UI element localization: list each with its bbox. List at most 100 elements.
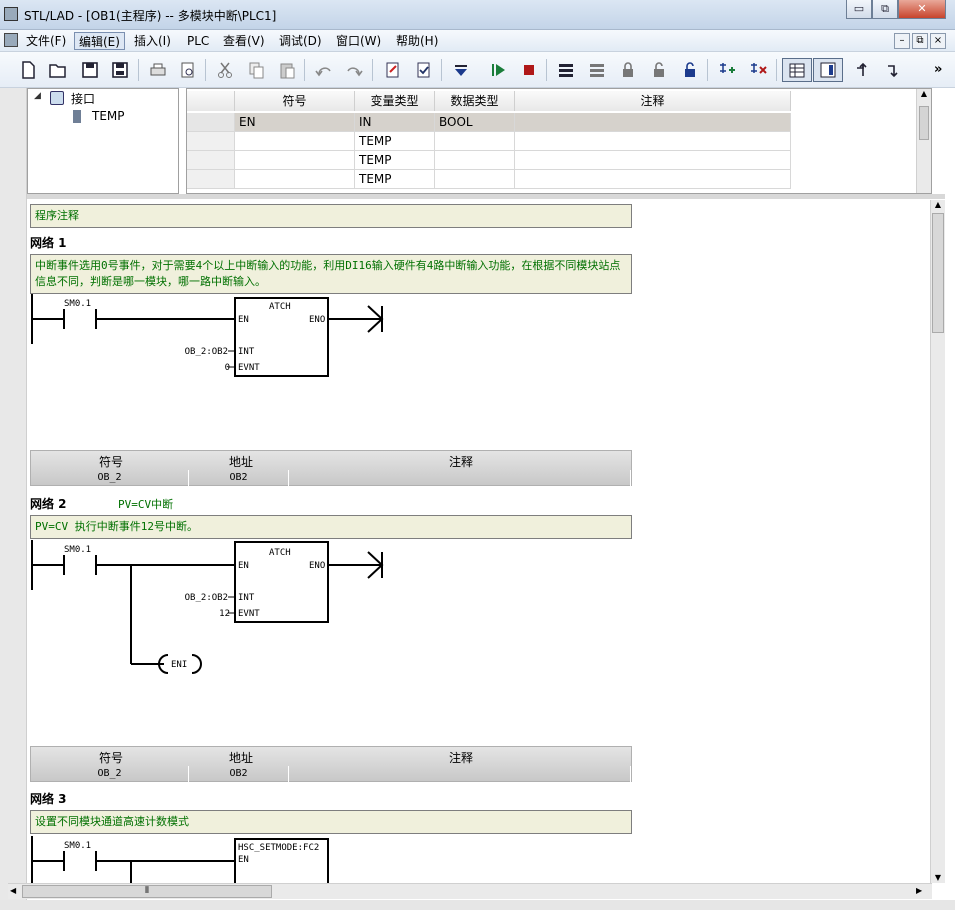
cell-comment[interactable]	[515, 132, 791, 151]
print-icon[interactable]	[145, 58, 171, 82]
network-3-comment[interactable]: 设置不同模块通道高速计数模式	[30, 810, 632, 834]
network-1-ladder[interactable]: SM0.1 ATCH EN ENO INT EVNT OB_2:OB2 0	[28, 294, 428, 384]
col-comment[interactable]: 注释	[515, 91, 791, 111]
compile-all-icon[interactable]	[411, 58, 437, 82]
table-vscrollbar[interactable]: ▲	[916, 89, 931, 193]
unlock-all-icon[interactable]	[677, 58, 703, 82]
step-down-icon[interactable]	[881, 58, 907, 82]
tree-item-temp[interactable]: TEMP	[92, 109, 125, 123]
step-up-icon[interactable]	[850, 58, 876, 82]
save-all-icon[interactable]	[107, 58, 133, 82]
cell-var-type[interactable]: TEMP	[355, 132, 435, 151]
new-icon[interactable]	[15, 58, 41, 82]
evnt-operand[interactable]: 0	[225, 363, 230, 373]
menu-plc[interactable]: PLC	[183, 32, 213, 50]
network-1-comment[interactable]: 中断事件选用0号事件，对于需要4个以上中断输入的功能，利用DI16输入硬件有4路…	[30, 254, 632, 294]
tree-item-interface[interactable]: 接口	[71, 90, 95, 107]
network-2-label[interactable]: 网络 2	[30, 495, 67, 512]
contact-sm01[interactable]: SM0.1	[64, 841, 91, 851]
cell-symbol[interactable]: EN	[235, 113, 355, 132]
row-header[interactable]	[187, 132, 235, 151]
eni-coil[interactable]: ENI	[171, 660, 187, 670]
cell-var-type[interactable]: TEMP	[355, 151, 435, 170]
col-data-type[interactable]: 数据类型	[435, 91, 515, 111]
cell-data-type[interactable]: BOOL	[435, 113, 515, 132]
contact-sm01[interactable]: SM0.1	[64, 299, 91, 309]
menu-view[interactable]: 查看(V)	[219, 32, 269, 50]
undo-icon[interactable]	[311, 58, 337, 82]
col-var-type[interactable]: 变量类型	[355, 91, 435, 111]
status-view-icon[interactable]	[813, 58, 843, 82]
tree-expander-icon[interactable]: ◢	[34, 91, 41, 101]
toolbar-overflow-button[interactable]: »	[934, 62, 942, 77]
mdi-close-button[interactable]: ×	[930, 33, 946, 49]
compare-icon[interactable]	[584, 58, 610, 82]
network-2-title[interactable]: PV=CV中断	[118, 496, 173, 512]
delete-network-icon[interactable]	[745, 58, 771, 82]
editor-vscrollbar[interactable]: ▲ ▼	[930, 200, 945, 883]
cell-symbol[interactable]	[235, 151, 355, 170]
cell-data-type[interactable]	[435, 170, 515, 189]
ladder-view-icon[interactable]	[782, 58, 812, 82]
network-3-ladder[interactable]: SM0.1 HSC_SETMODE:FC2 EN	[28, 836, 428, 883]
download-icon[interactable]	[448, 58, 474, 82]
run-icon[interactable]	[485, 58, 511, 82]
scroll-left-arrow[interactable]: ◀	[10, 886, 16, 895]
hscroll-thumb[interactable]: ⦀	[22, 885, 272, 898]
contact-sm01[interactable]: SM0.1	[64, 545, 91, 555]
save-icon[interactable]	[77, 58, 103, 82]
cell-comment[interactable]	[515, 170, 791, 189]
cut-icon[interactable]	[212, 58, 238, 82]
lock-icon[interactable]	[615, 58, 641, 82]
paste-icon[interactable]	[274, 58, 300, 82]
maximize-button[interactable]: ⧉	[872, 0, 898, 19]
scroll-right-arrow[interactable]: ▶	[916, 886, 922, 895]
scroll-thumb[interactable]	[932, 213, 944, 333]
mdi-minimize-button[interactable]: –	[894, 33, 910, 49]
col-symbol[interactable]: 符号	[235, 91, 355, 111]
redo-icon[interactable]	[341, 58, 367, 82]
editor-hscrollbar[interactable]: ◀ ⦀ ▶	[8, 883, 932, 899]
scroll-up-arrow[interactable]: ▲	[931, 200, 945, 209]
cell-var-type[interactable]: TEMP	[355, 170, 435, 189]
evnt-operand[interactable]: 12	[219, 609, 230, 619]
mdi-restore-button[interactable]: ⧉	[912, 33, 928, 49]
row-header[interactable]	[187, 113, 235, 132]
row-header[interactable]	[187, 151, 235, 170]
splitter[interactable]	[27, 194, 945, 199]
row-header[interactable]	[187, 170, 235, 189]
network-2-comment[interactable]: PV=CV 执行中断事件12号中断。	[30, 515, 632, 539]
doc-icon[interactable]	[4, 33, 18, 47]
menu-edit[interactable]: 编辑(E)	[74, 32, 125, 50]
network-3-label[interactable]: 网络 3	[30, 790, 67, 807]
unlock-icon[interactable]	[646, 58, 672, 82]
scroll-thumb[interactable]	[919, 106, 929, 140]
close-button[interactable]: ✕	[898, 0, 946, 19]
int-operand[interactable]: OB_2:OB2	[185, 347, 228, 357]
insert-network-icon[interactable]	[714, 58, 740, 82]
open-icon[interactable]	[45, 58, 71, 82]
copy-icon[interactable]	[243, 58, 269, 82]
minimize-button[interactable]: ▭	[846, 0, 872, 19]
upload-icon[interactable]	[553, 58, 579, 82]
network-2-ladder[interactable]: SM0.1 ATCH EN ENO INT EVNT OB_2:OB2 12 E…	[28, 540, 428, 680]
cell-data-type[interactable]	[435, 132, 515, 151]
cell-var-type[interactable]: IN	[355, 113, 435, 132]
compile-icon[interactable]	[380, 58, 406, 82]
menu-window[interactable]: 窗口(W)	[332, 32, 385, 50]
network-1-label[interactable]: 网络 1	[30, 234, 67, 251]
menu-help[interactable]: 帮助(H)	[392, 32, 442, 50]
cell-comment[interactable]	[515, 151, 791, 170]
int-operand[interactable]: OB_2:OB2	[185, 593, 228, 603]
menu-file[interactable]: 文件(F)	[22, 32, 70, 50]
menu-insert[interactable]: 插入(I)	[130, 32, 175, 50]
scroll-up-arrow[interactable]: ▲	[917, 89, 931, 98]
program-comment[interactable]: 程序注释	[30, 204, 632, 228]
cell-data-type[interactable]	[435, 151, 515, 170]
print-preview-icon[interactable]	[175, 58, 201, 82]
cell-symbol[interactable]	[235, 132, 355, 151]
menu-debug[interactable]: 调试(D)	[275, 32, 326, 50]
scroll-down-arrow[interactable]: ▼	[931, 873, 945, 882]
cell-comment[interactable]	[515, 113, 791, 132]
cell-symbol[interactable]	[235, 170, 355, 189]
